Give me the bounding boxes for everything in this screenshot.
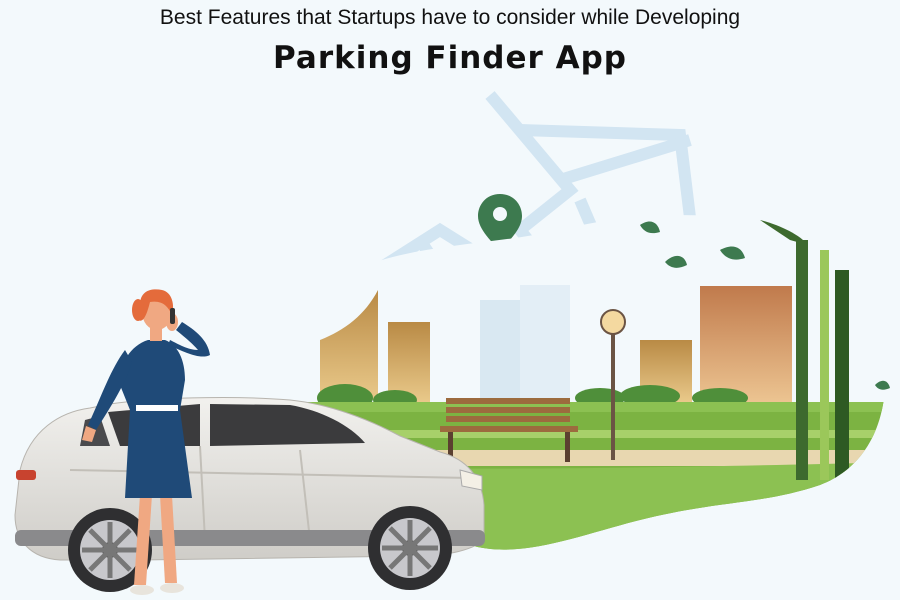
- illustration: [14, 91, 890, 595]
- front-wheel: [368, 506, 452, 590]
